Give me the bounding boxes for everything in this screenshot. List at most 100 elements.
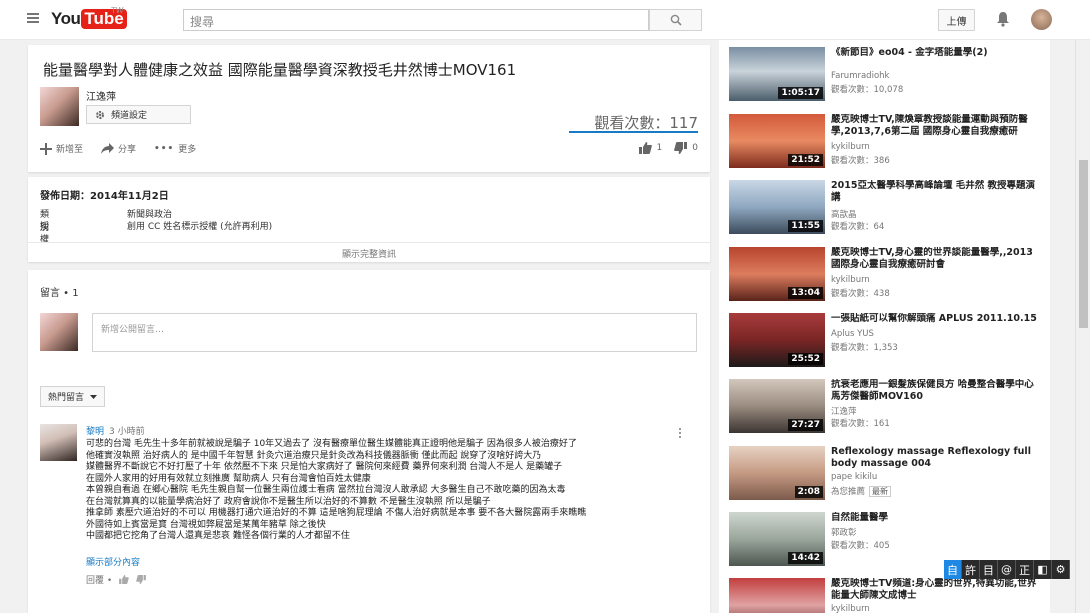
video-title[interactable]: 抗衰老應用一銀髮族保健良方 哈曼整合醫學中心 馬芳傑醫師MOV160 bbox=[831, 379, 1041, 403]
related-video[interactable]: 嚴克映博士TV頻道:身心靈的世界,特異功能,世界能量大師陳文成博士 kykilb… bbox=[729, 578, 1041, 613]
like-button[interactable]: 1 bbox=[638, 142, 663, 154]
like-count: 1 bbox=[656, 143, 663, 153]
channel-name[interactable]: 江逸萍 bbox=[831, 405, 857, 417]
related-video[interactable]: 13:04 嚴克映博士TV,身心靈的世界談能量醫學,,2013國際身心靈自我療癒… bbox=[729, 247, 1041, 304]
video-duration: 27:27 bbox=[788, 419, 823, 431]
menu-icon[interactable] bbox=[27, 13, 39, 23]
related-video[interactable]: 11:55 2015亞太醫學科學高峰論壇 毛井然 教授專題演講 高歆晶 觀看次數… bbox=[729, 180, 1041, 237]
video-title[interactable]: 一張貼紙可以幫你解頭痛 APLUS 2011.10.15 bbox=[831, 313, 1041, 325]
more-dots-icon: ••• bbox=[154, 143, 175, 154]
scrollbar-thumb[interactable] bbox=[1079, 160, 1088, 328]
video-thumbnail[interactable] bbox=[729, 578, 825, 613]
ime-key[interactable]: ◧ bbox=[1034, 560, 1052, 579]
commenter-avatar[interactable] bbox=[40, 424, 77, 461]
video-duration: 2:08 bbox=[794, 486, 823, 498]
thumbs-up-icon[interactable] bbox=[119, 575, 129, 584]
channel-name[interactable]: kykilburn bbox=[831, 142, 870, 152]
related-video[interactable]: 21:52 嚴克映博士TV,陳煥章教授談能量運動與預防醫學,2013,7,6第二… bbox=[729, 114, 1041, 171]
video-thumbnail[interactable]: 11:55 bbox=[729, 180, 825, 234]
more-button[interactable]: ••• 更多 bbox=[154, 142, 196, 156]
like-dislike-row: 1 0 bbox=[638, 142, 698, 154]
ime-settings-icon[interactable]: ⚙ bbox=[1052, 560, 1070, 579]
view-count: 觀看次數：438 bbox=[831, 289, 890, 299]
sort-comments-dropdown[interactable]: 熱門留言 bbox=[40, 386, 105, 407]
video-info-card: 能量醫學對人體健康之效益 國際能量醫學資深教授毛井然博士MOV161 江逸萍 頻… bbox=[28, 45, 710, 172]
video-title[interactable]: 2015亞太醫學科學高峰論壇 毛井然 教授專題演講 bbox=[831, 180, 1041, 204]
video-thumbnail[interactable]: 25:52 bbox=[729, 313, 825, 367]
comment-line: 中國都把它挖角了台灣人還真是悲哀 難怪各個行業的人才都留不住 bbox=[86, 531, 350, 541]
related-video[interactable]: 25:52 一張貼紙可以幫你解頭痛 APLUS 2011.10.15 Aplus… bbox=[729, 313, 1041, 370]
search-input[interactable]: 搜尋 bbox=[183, 9, 649, 31]
video-thumbnail[interactable]: 21:52 bbox=[729, 114, 825, 168]
sort-label: 熱門留言 bbox=[48, 393, 85, 403]
license-value[interactable]: 創用 CC 姓名標示授權 (允許再利用) bbox=[127, 219, 272, 232]
ime-key[interactable]: 許 bbox=[962, 560, 980, 579]
video-title[interactable]: Reflexology massage Reflexology full bod… bbox=[831, 446, 1041, 470]
channel-name[interactable]: 高歆晶 bbox=[831, 208, 857, 220]
publish-date: 發佈日期：2014年11月2日 bbox=[40, 191, 169, 202]
reply-button[interactable]: 回覆 • bbox=[86, 573, 112, 586]
add-to-button[interactable]: 新增至 bbox=[40, 142, 83, 155]
ime-toolbar: 自 許 目 @ 正 ◧ ⚙ bbox=[944, 560, 1070, 579]
video-title[interactable]: 嚴克映博士TV,陳煥章教授談能量運動與預防醫學,2013,7,6第二屆 國際身心… bbox=[831, 114, 1041, 138]
owner-avatar[interactable] bbox=[40, 87, 79, 126]
search-button[interactable] bbox=[649, 9, 702, 31]
search-icon bbox=[670, 14, 682, 26]
action-row: 新增至 分享 ••• 更多 bbox=[40, 142, 196, 155]
share-icon bbox=[101, 143, 115, 154]
related-video[interactable]: 1:05:17 《新節目》eo04 - 金字塔能量學(2) Farumradio… bbox=[729, 47, 1041, 104]
channel-name[interactable]: pape kikilu bbox=[831, 472, 877, 482]
related-video[interactable]: 2:08 Reflexology massage Reflexology ful… bbox=[729, 446, 1041, 503]
channel-settings-label: 頻道設定 bbox=[111, 111, 148, 121]
channel-name[interactable]: kykilburn bbox=[831, 275, 870, 285]
show-more-button[interactable]: 顯示完整資訊 bbox=[28, 242, 710, 260]
video-title[interactable]: 《新節目》eo04 - 金字塔能量學(2) bbox=[831, 47, 1041, 59]
new-badge: 最新 bbox=[869, 486, 892, 497]
channel-settings-button[interactable]: 頻道設定 bbox=[86, 105, 191, 124]
show-less-link[interactable]: 顯示部分內容 bbox=[86, 555, 140, 568]
video-thumbnail[interactable]: 14:42 bbox=[729, 512, 825, 566]
commenter-name[interactable]: 黎明 bbox=[86, 427, 104, 437]
comment-time[interactable]: 3 小時前 bbox=[109, 427, 145, 437]
plus-icon bbox=[40, 142, 52, 155]
comment-count: 留言 • 1 bbox=[40, 288, 79, 299]
description-card: 發佈日期：2014年11月2日 類別 新聞與政治 授權 創用 CC 姓名標示授權… bbox=[28, 177, 710, 262]
channel-name[interactable]: Aplus YUS bbox=[831, 329, 874, 339]
thumbs-down-icon[interactable] bbox=[136, 575, 147, 584]
related-video[interactable]: 27:27 抗衰老應用一銀髮族保健良方 哈曼整合醫學中心 馬芳傑醫師MOV160… bbox=[729, 379, 1041, 436]
account-avatar[interactable] bbox=[1031, 9, 1052, 30]
ime-mode-key[interactable]: 自 bbox=[944, 560, 962, 579]
comment-line: 他確實沒執照 治好病人的 是中國千年智慧 針灸穴道治療只是針灸改為科技儀器脈衝 … bbox=[86, 450, 542, 461]
view-count: 觀看次數：161 bbox=[831, 419, 890, 429]
youtube-logo[interactable]: You Tube TW bbox=[51, 6, 127, 30]
ime-key[interactable]: @ bbox=[998, 560, 1016, 579]
video-title[interactable]: 嚴克映博士TV,身心靈的世界談能量醫學,,2013國際身心靈自我療癒研討會 bbox=[831, 247, 1041, 271]
share-button[interactable]: 分享 bbox=[101, 142, 136, 155]
video-thumbnail[interactable]: 2:08 bbox=[729, 446, 825, 500]
video-thumbnail[interactable]: 13:04 bbox=[729, 247, 825, 301]
comment-header: 黎明 3 小時前 bbox=[86, 424, 145, 437]
comment-input[interactable]: 新增公開留言… bbox=[92, 313, 697, 352]
video-thumbnail[interactable]: 27:27 bbox=[729, 379, 825, 433]
gear-icon bbox=[96, 110, 104, 119]
owner-name[interactable]: 江逸萍 bbox=[86, 88, 116, 103]
upload-button[interactable]: 上傳 bbox=[938, 9, 975, 31]
recommended-text: 為您推薦 bbox=[831, 487, 866, 497]
channel-name[interactable]: Farumradiohk bbox=[831, 71, 889, 81]
dislike-button[interactable]: 0 bbox=[674, 142, 698, 154]
views-bar bbox=[569, 131, 698, 133]
video-title[interactable]: 嚴克映博士TV頻道:身心靈的世界,特異功能,世界能量大師陳文成博士 bbox=[831, 578, 1041, 602]
video-title[interactable]: 自然能量醫學 bbox=[831, 512, 1041, 524]
bell-icon[interactable] bbox=[996, 11, 1010, 27]
thumbs-up-icon bbox=[638, 142, 652, 154]
page-scrollbar[interactable] bbox=[1075, 40, 1090, 613]
channel-name[interactable]: kykilburn bbox=[831, 604, 870, 613]
channel-name[interactable]: 郭政彰 bbox=[831, 526, 857, 538]
video-duration: 14:42 bbox=[788, 552, 823, 564]
video-thumbnail[interactable]: 1:05:17 bbox=[729, 47, 825, 101]
ime-key[interactable]: 正 bbox=[1016, 560, 1034, 579]
video-duration: 11:55 bbox=[788, 220, 823, 232]
ime-key[interactable]: 目 bbox=[980, 560, 998, 579]
logo-region: TW bbox=[111, 6, 124, 15]
view-count: 觀看次數：117 bbox=[594, 114, 698, 132]
